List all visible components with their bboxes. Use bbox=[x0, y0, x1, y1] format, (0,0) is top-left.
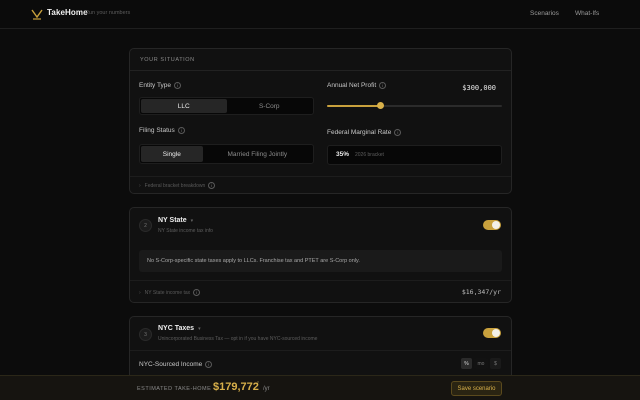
federal-rate-box: 35% 2026 bracket bbox=[327, 145, 502, 165]
profit-slider-thumb[interactable] bbox=[376, 102, 384, 109]
profit-value: $300,000 bbox=[462, 84, 496, 92]
bottom-bar: ESTIMATED TAKE-HOME $179,772 * /yr Save … bbox=[0, 375, 640, 400]
chevron-down-icon: ▾ bbox=[198, 326, 201, 332]
bracket-breakdown-toggle[interactable]: › Federal bracket breakdown i bbox=[139, 182, 216, 189]
nyc-toggle[interactable] bbox=[483, 328, 501, 338]
situation-title: YOUR SITUATION bbox=[140, 57, 195, 63]
nav-what-ifs[interactable]: What-Ifs bbox=[575, 10, 599, 17]
divider bbox=[130, 350, 511, 351]
chevron-down-icon: ▾ bbox=[190, 218, 194, 224]
nyc-title[interactable]: NYC Taxes ▾ bbox=[158, 325, 201, 332]
filing-status-toggle: Single Married Filing Jointly bbox=[139, 144, 314, 164]
unit-percent-button[interactable]: % bbox=[461, 358, 472, 369]
nyc-income-unit-control: % mo $ bbox=[461, 358, 501, 369]
ny-state-subtitle: NY State income tax info bbox=[158, 228, 213, 234]
ny-state-title[interactable]: NY State ▾ bbox=[158, 217, 193, 224]
ny-state-title-text: NY State bbox=[158, 217, 187, 224]
filing-label-text: Filing Status bbox=[139, 127, 175, 135]
profit-label-text: Annual Net Profit bbox=[327, 82, 377, 90]
info-icon[interactable]: i bbox=[177, 127, 185, 134]
step-number-badge: 3 bbox=[139, 328, 152, 341]
info-icon[interactable]: i bbox=[205, 361, 213, 368]
nyc-subtitle: Unincorporated Business Tax — opt in if … bbox=[158, 336, 318, 342]
brand-tagline: Run your numbers bbox=[85, 10, 131, 16]
entity-type-toggle: LLC S-Corp bbox=[139, 97, 314, 115]
annual-net-profit-label: Annual Net Profit i bbox=[327, 82, 387, 90]
profit-slider[interactable] bbox=[327, 102, 502, 109]
top-bar: TakeHome Run your numbers Scenarios What… bbox=[0, 0, 640, 29]
filing-option-married-jointly[interactable]: Married Filing Jointly bbox=[203, 146, 312, 162]
ny-state-notice-text: No S-Corp-specific state taxes apply to … bbox=[147, 258, 360, 264]
chevron-right-icon: › bbox=[139, 182, 141, 189]
info-icon[interactable]: i bbox=[379, 82, 387, 89]
estimated-take-home-label: ESTIMATED TAKE-HOME bbox=[137, 386, 212, 392]
estimated-take-home-value: $179,772 bbox=[213, 381, 259, 393]
info-icon[interactable]: i bbox=[193, 289, 201, 296]
entity-option-s-corp[interactable]: S-Corp bbox=[227, 99, 313, 113]
entity-option-llc[interactable]: LLC bbox=[141, 99, 227, 113]
rate-note: 2026 bracket bbox=[355, 152, 384, 158]
ny-state-tax-value: $16,347/yr bbox=[461, 288, 501, 296]
nyc-income-label-text: NYC-Sourced Income bbox=[139, 361, 203, 369]
entity-type-label-text: Entity Type bbox=[139, 82, 172, 90]
estimate-footnote-mark: * bbox=[257, 381, 259, 387]
brand-name[interactable]: TakeHome bbox=[47, 8, 88, 17]
entity-type-label: Entity Type i bbox=[139, 82, 182, 90]
chevron-right-icon: › bbox=[139, 289, 141, 296]
logo-icon bbox=[31, 9, 43, 20]
ny-state-tax-toggle[interactable]: › NY State income tax i bbox=[139, 289, 201, 296]
rate-label-text: Federal Marginal Rate bbox=[327, 129, 392, 137]
filing-status-label: Filing Status i bbox=[139, 127, 185, 134]
situation-card: YOUR SITUATION Entity Type i LLC S-Corp A… bbox=[129, 48, 512, 194]
estimate-unit: /yr bbox=[263, 386, 270, 392]
bracket-breakdown-text: Federal bracket breakdown bbox=[144, 182, 206, 189]
ny-state-card: 2 NY State ▾ NY State income tax info No … bbox=[129, 207, 512, 303]
nyc-sourced-income-label: NYC-Sourced Income i bbox=[139, 361, 213, 369]
save-scenario-button[interactable]: Save scenario bbox=[451, 381, 502, 396]
info-icon[interactable]: i bbox=[394, 129, 402, 136]
profit-slider-fill bbox=[327, 105, 381, 107]
info-icon[interactable]: i bbox=[174, 82, 182, 89]
divider bbox=[130, 70, 511, 71]
federal-rate-label: Federal Marginal Rate i bbox=[327, 129, 402, 137]
divider bbox=[130, 280, 511, 281]
ny-state-notice: No S-Corp-specific state taxes apply to … bbox=[139, 250, 502, 272]
filing-option-single[interactable]: Single bbox=[141, 146, 203, 162]
nyc-title-text: NYC Taxes bbox=[158, 325, 195, 332]
divider bbox=[130, 176, 511, 177]
unit-alt-button[interactable]: mo bbox=[474, 358, 488, 369]
step-number-badge: 2 bbox=[139, 219, 152, 232]
unit-dollar-button[interactable]: $ bbox=[490, 358, 501, 369]
ny-state-tax-label: NY State income tax bbox=[144, 289, 191, 296]
rate-value: 35% bbox=[336, 151, 350, 158]
nav-scenarios[interactable]: Scenarios bbox=[530, 10, 559, 17]
info-icon[interactable]: i bbox=[208, 182, 216, 189]
ny-state-toggle[interactable] bbox=[483, 220, 501, 230]
